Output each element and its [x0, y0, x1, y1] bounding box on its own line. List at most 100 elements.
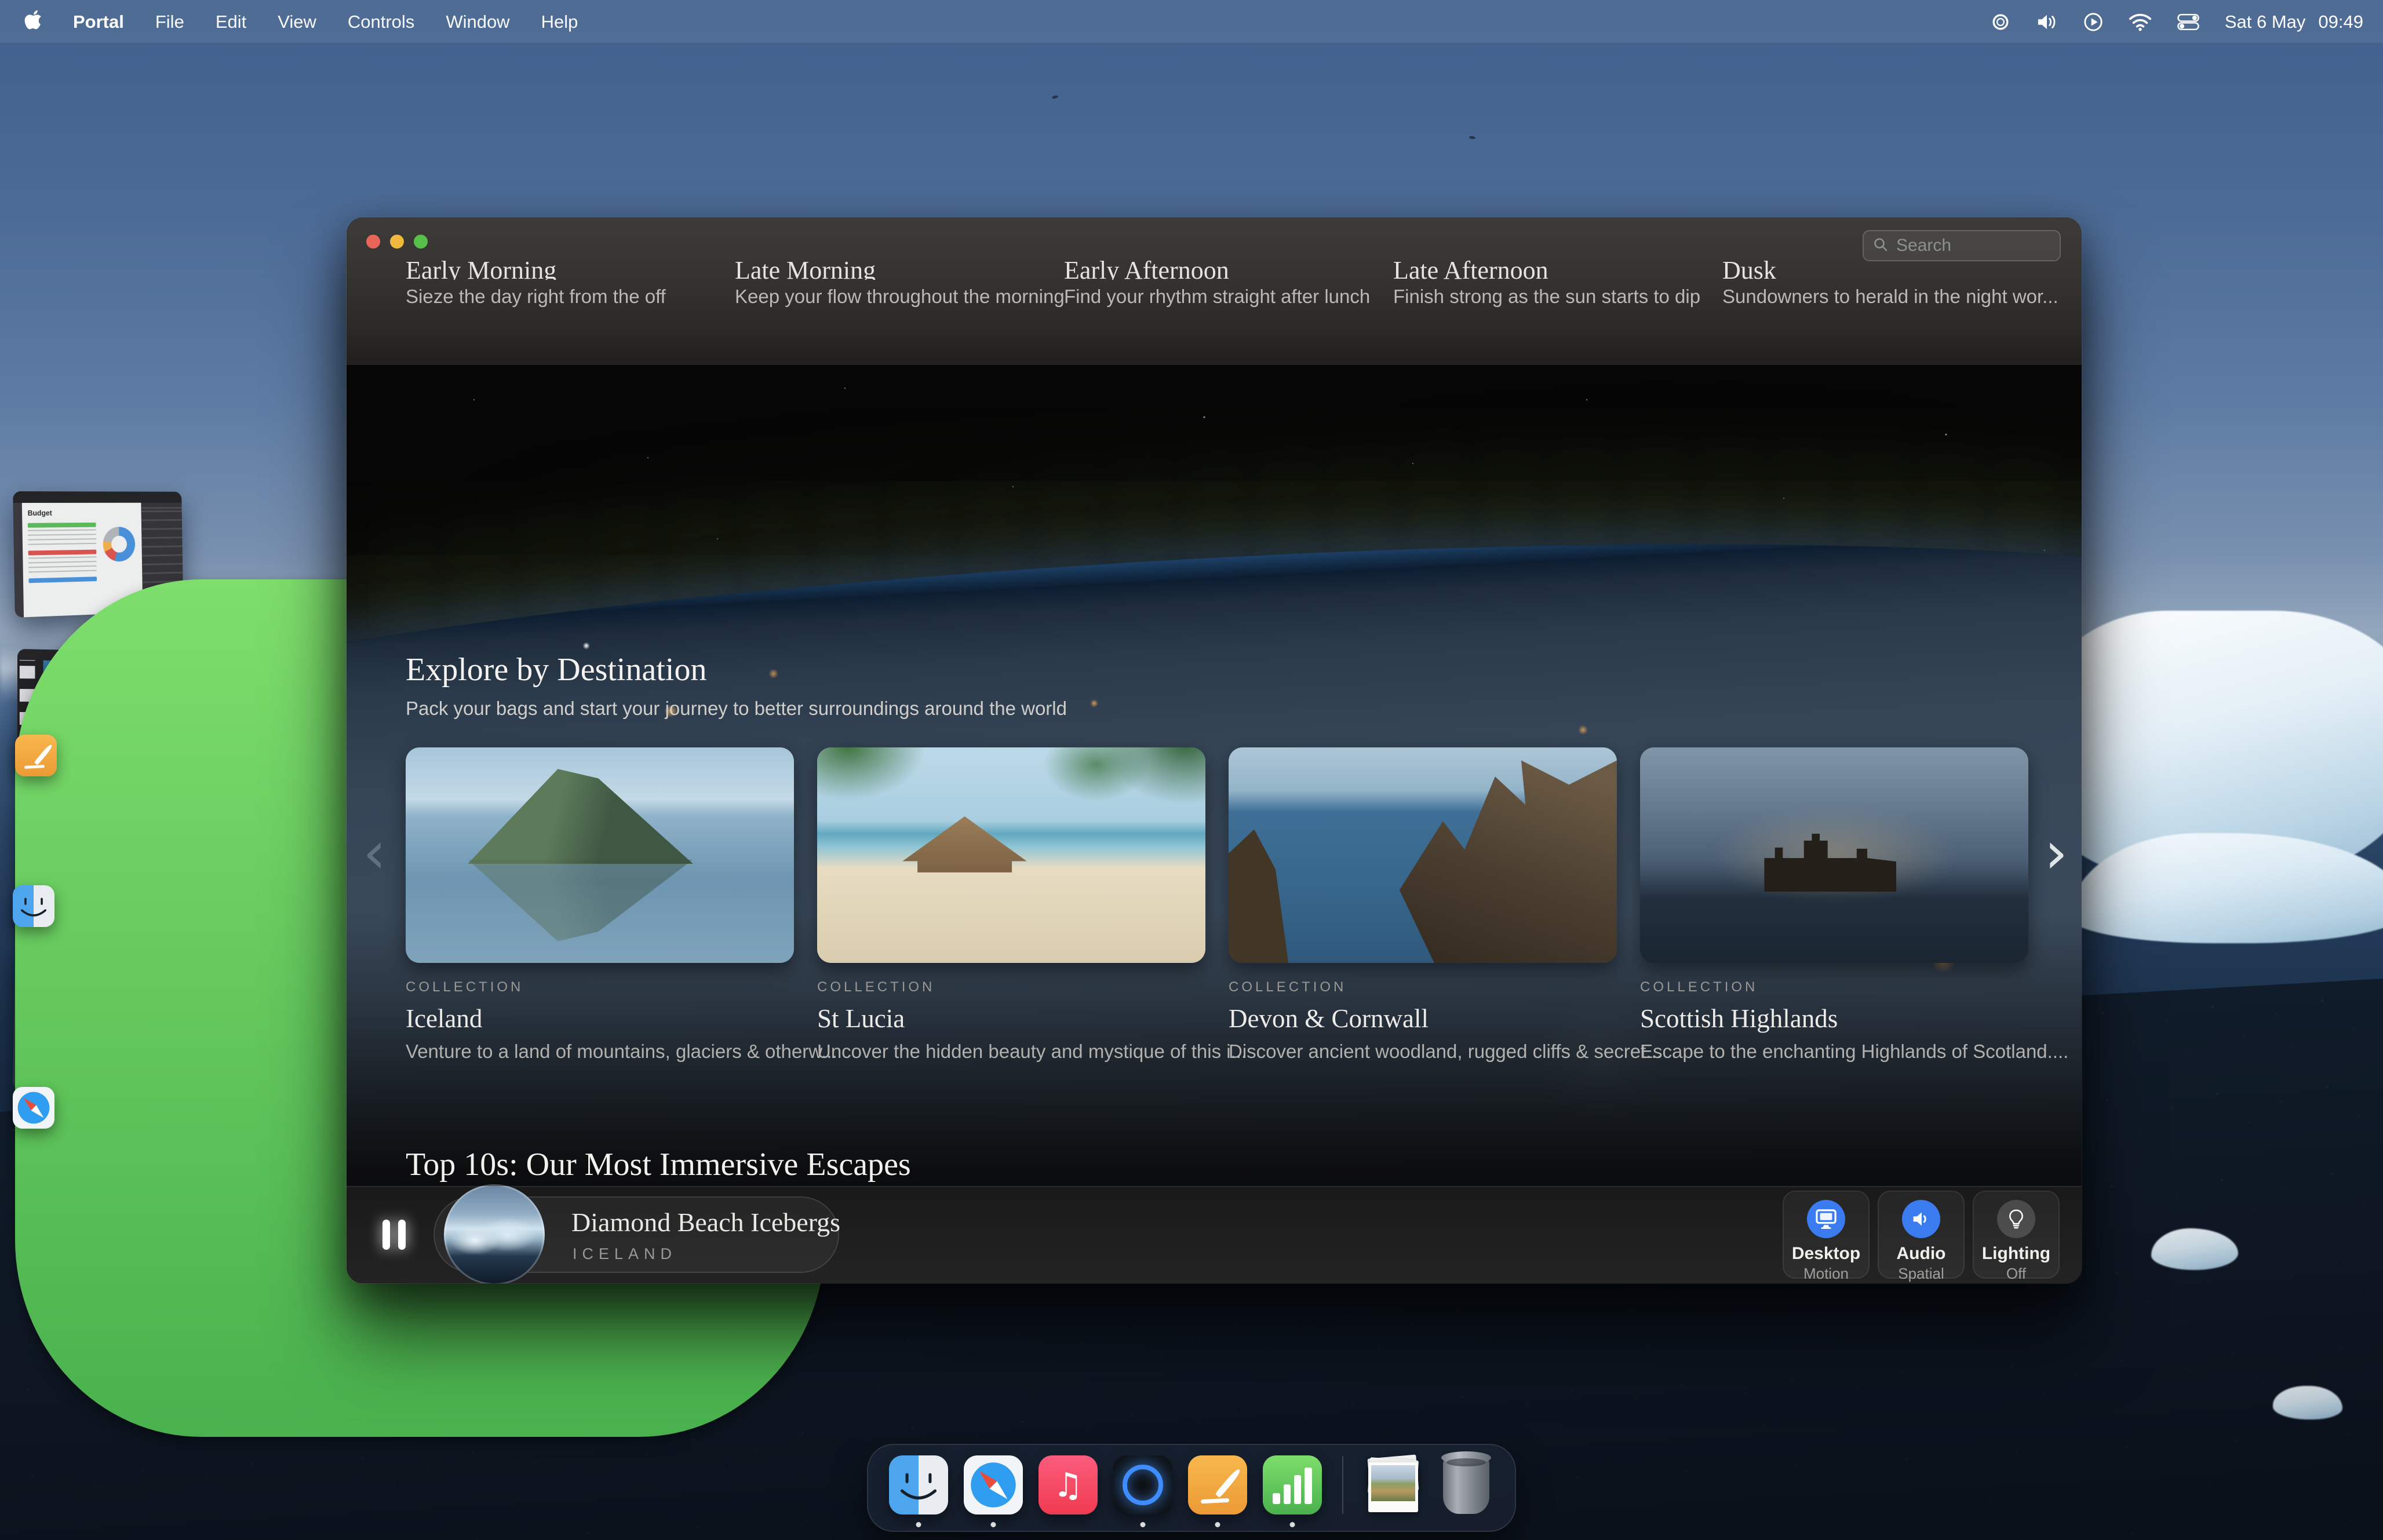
running-indicator [1290, 1522, 1295, 1527]
volume-icon[interactable] [2036, 12, 2058, 32]
menu-bar: Portal File Edit View Controls Window He… [0, 0, 2383, 44]
times-of-day-row: Early Morning Sieze the day right from t… [406, 259, 2012, 308]
wallpaper-bird [1052, 95, 1059, 99]
time-of-day-early-morning[interactable]: Early Morning Sieze the day right from t… [406, 259, 695, 308]
time-of-day-late-afternoon[interactable]: Late Afternoon Finish strong as the sun … [1393, 259, 1683, 308]
dock-item-safari[interactable] [964, 1455, 1023, 1515]
menu-item-view[interactable]: View [278, 12, 316, 32]
menu-date: Sat 6 May [2225, 12, 2306, 32]
running-indicator [1215, 1522, 1220, 1527]
collection-title: Iceland [406, 1003, 794, 1034]
now-playing-title: Diamond Beach Icebergs [571, 1207, 840, 1238]
collection-description: Venture to a land of mountains, glaciers… [406, 1041, 794, 1063]
top10-heading: Top 10s: Our Most Immersive Escapes [406, 1146, 911, 1183]
dock-item-pages[interactable] [1188, 1455, 1247, 1515]
now-playing-location: ICELAND [573, 1245, 677, 1263]
carousel-prev-button[interactable]: ‹ [363, 824, 386, 882]
safari-icon[interactable] [13, 1087, 54, 1129]
safari-icon [964, 1455, 1023, 1515]
collection-card-scottish-highlands[interactable]: COLLECTION Scottish Highlands Escape to … [1640, 747, 2028, 1063]
mini-table-lines [28, 556, 97, 572]
menu-clock[interactable]: Sat 6 May 09:49 [2225, 12, 2363, 32]
mini-doc-title: Budget [28, 508, 137, 517]
menu-item-help[interactable]: Help [541, 12, 578, 32]
collection-title: Scottish Highlands [1640, 1003, 2028, 1034]
destination-carousel: COLLECTION Iceland Venture to a land of … [406, 747, 2028, 1063]
dock-item-music[interactable]: ♫ [1039, 1455, 1098, 1515]
collection-label: COLLECTION [1640, 979, 2028, 995]
time-of-day-early-afternoon[interactable]: Early Afternoon Find your rhythm straigh… [1064, 259, 1354, 308]
portal-window: Early Morning Sieze the day right from t… [347, 217, 2082, 1283]
collection-label: COLLECTION [406, 979, 794, 995]
finder-icon[interactable] [13, 885, 54, 927]
ring-icon[interactable] [1991, 12, 2010, 32]
collection-title: St Lucia [817, 1003, 1205, 1034]
menu-time: 09:49 [2318, 12, 2363, 32]
iceland-photo [406, 747, 794, 963]
dock-item-numbers[interactable] [1263, 1455, 1322, 1515]
running-indicator [991, 1522, 996, 1527]
dock-item-finder[interactable] [889, 1455, 948, 1515]
mini-table-lines [28, 529, 96, 545]
lighting-button[interactable]: Lighting Off [1973, 1191, 2060, 1279]
collection-card-iceland[interactable]: COLLECTION Iceland Venture to a land of … [406, 747, 794, 1063]
menu-item-window[interactable]: Window [446, 12, 509, 32]
finder-icon [889, 1455, 948, 1515]
dock-separator [1342, 1456, 1343, 1514]
devon-cornwall-photo [1229, 747, 1617, 963]
search-input[interactable] [1895, 235, 2050, 256]
collection-card-st-lucia[interactable]: COLLECTION St Lucia Uncover the hidden b… [817, 747, 1205, 1063]
traffic-lights [366, 235, 428, 249]
dock: ♫ [867, 1444, 1516, 1532]
desktop-motion-button[interactable]: Desktop Motion [1783, 1191, 1870, 1279]
explore-heading: Explore by Destination [406, 651, 706, 688]
player-bar: Diamond Beach Icebergs ICELAND Desktop M… [347, 1186, 2082, 1283]
menu-item-controls[interactable]: Controls [348, 12, 414, 32]
mini-table-green [28, 522, 96, 527]
music-icon: ♫ [1039, 1455, 1098, 1515]
pages-icon [1188, 1455, 1247, 1515]
collection-title: Devon & Cornwall [1229, 1003, 1617, 1034]
wifi-icon[interactable] [2129, 13, 2152, 31]
audio-spatial-button[interactable]: Audio Spatial [1878, 1191, 1965, 1279]
play-icon[interactable] [2083, 12, 2103, 32]
dock-item-photos-stack[interactable] [1364, 1455, 1423, 1515]
window-header: Early Morning Sieze the day right from t… [347, 217, 2082, 365]
dock-item-trash[interactable] [1438, 1456, 1494, 1514]
speaker-icon [1902, 1200, 1940, 1238]
mini-donut-chart [103, 527, 135, 562]
menu-item-edit[interactable]: Edit [216, 12, 246, 32]
control-center-icon[interactable] [2177, 13, 2199, 31]
collection-label: COLLECTION [1229, 979, 1617, 995]
now-playing-thumbnail [444, 1184, 545, 1283]
search-field[interactable] [1863, 230, 2061, 261]
apple-menu-icon[interactable] [24, 9, 42, 35]
menu-app-name[interactable]: Portal [73, 12, 124, 32]
close-button[interactable] [366, 235, 380, 249]
st-lucia-photo [817, 747, 1205, 963]
hero-section: Explore by Destination Pack your bags an… [347, 365, 2082, 1283]
mini-table-blue [29, 576, 97, 583]
pause-button[interactable] [382, 1220, 406, 1250]
collection-label: COLLECTION [817, 979, 1205, 995]
numbers-icon [1263, 1455, 1322, 1515]
time-of-day-late-morning[interactable]: Late Morning Keep your flow throughout t… [735, 259, 1025, 308]
player-controls: Desktop Motion Audio Spatial Lighting Of… [1783, 1191, 2060, 1279]
mini-titlebar [13, 491, 181, 503]
menu-item-file[interactable]: File [155, 12, 184, 32]
mini-table-red [28, 549, 97, 555]
time-of-day-dusk[interactable]: Dusk Sundowners to herald in the night w… [1722, 259, 2012, 308]
explore-subheading: Pack your bags and start your journey to… [406, 698, 1067, 720]
trash-icon [1443, 1456, 1489, 1514]
desktop: Portal File Edit View Controls Window He… [0, 0, 2383, 1540]
carousel-next-button[interactable]: › [2045, 824, 2068, 882]
zoom-button[interactable] [414, 235, 428, 249]
search-icon [1873, 237, 1888, 255]
portal-icon [1113, 1455, 1172, 1515]
pages-icon[interactable] [15, 735, 57, 776]
dock-item-portal[interactable] [1113, 1455, 1172, 1515]
photos-stack-icon [1364, 1455, 1423, 1515]
scottish-highlands-photo [1640, 747, 2028, 963]
minimize-button[interactable] [390, 235, 404, 249]
collection-card-devon-cornwall[interactable]: COLLECTION Devon & Cornwall Discover anc… [1229, 747, 1617, 1063]
